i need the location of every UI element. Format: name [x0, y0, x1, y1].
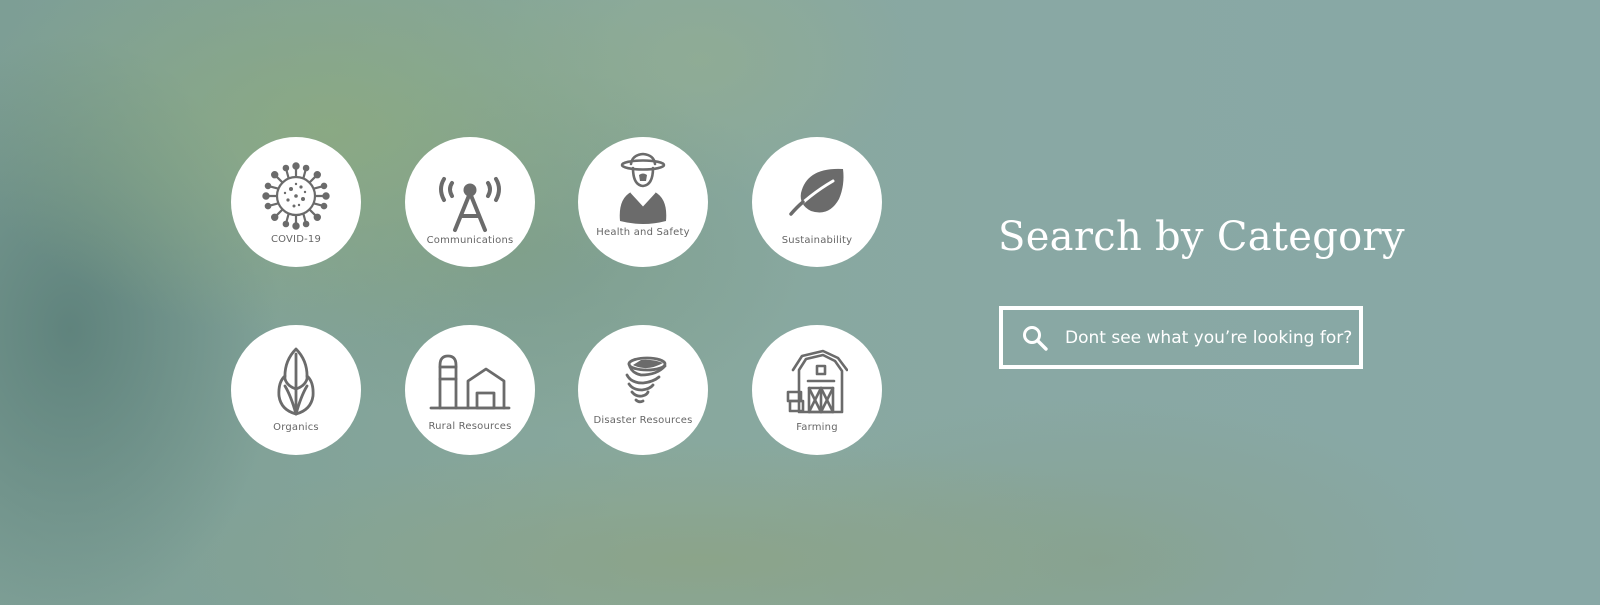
virus-icon [262, 162, 330, 230]
search-by-category-heading: Search by Category [998, 214, 1405, 260]
radio-tower-icon [439, 177, 501, 232]
silo-barn-icon [429, 354, 511, 410]
category-label: COVID-19 [270, 234, 322, 245]
category-label: Organics [273, 422, 319, 433]
category-label: Health and Safety [596, 227, 690, 238]
search-input[interactable] [1063, 326, 1359, 349]
category-health-and-safety[interactable]: Health and Safety [578, 137, 708, 267]
search-box[interactable] [999, 306, 1363, 369]
category-farming[interactable]: Farming [752, 325, 882, 455]
search-icon[interactable] [1021, 324, 1049, 352]
leaf-icon [789, 168, 844, 216]
category-organics[interactable]: Organics [231, 325, 361, 455]
tornado-icon [625, 356, 667, 404]
category-covid-19[interactable]: COVID-19 [231, 137, 361, 267]
category-disaster-resources[interactable]: Disaster Resources [578, 325, 708, 455]
category-label: Disaster Resources [593, 415, 693, 426]
category-rural-resources[interactable]: Rural Resources [405, 325, 535, 455]
corn-icon [277, 347, 315, 416]
category-grid: COVID-19 Communications Health and Safet… [231, 137, 883, 455]
category-label: Rural Resources [428, 421, 512, 432]
category-communications[interactable]: Communications [405, 137, 535, 267]
category-label: Communications [426, 235, 514, 246]
farmer-icon [619, 152, 667, 224]
category-label: Farming [796, 422, 838, 433]
barn-icon [786, 349, 848, 414]
category-sustainability[interactable]: Sustainability [752, 137, 882, 267]
category-label: Sustainability [781, 235, 853, 246]
